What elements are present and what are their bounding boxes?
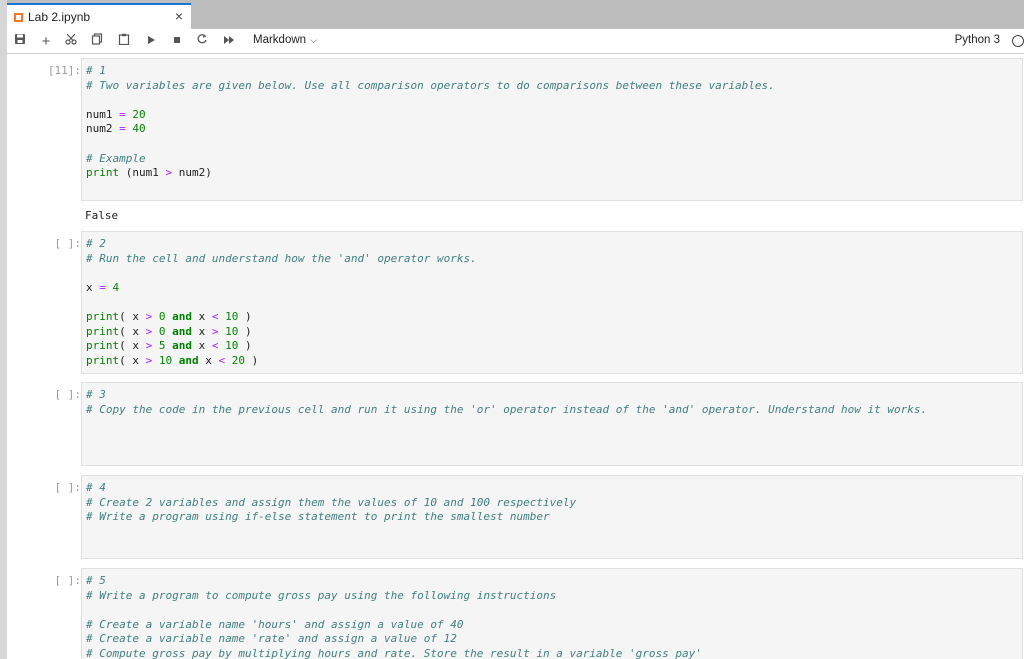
tab-notebook[interactable]: Lab 2.ipynb × [7, 3, 191, 29]
tab-title: Lab 2.ipynb [28, 10, 91, 24]
copy-icon[interactable] [90, 33, 104, 50]
cell-prompt: [ ]: [54, 481, 82, 494]
cell-code: # 3 # Copy the code in the previous cell … [86, 388, 928, 416]
cell-prompt: [11]: [47, 64, 81, 77]
restart-icon[interactable] [195, 33, 209, 50]
cell-editor[interactable]: # 5 # Write a program to compute gross pa… [81, 568, 1023, 659]
fast-forward-icon[interactable] [221, 33, 237, 50]
save-icon[interactable] [13, 33, 27, 50]
run-icon[interactable] [144, 33, 158, 50]
cut-icon[interactable] [64, 33, 78, 50]
cell-type-select[interactable]: Markdown ⌵ [253, 34, 317, 46]
cell-type-label: Markdown [253, 34, 307, 46]
cell-code: # 5 # Write a program to compute gross pa… [86, 574, 702, 659]
close-icon[interactable]: × [175, 8, 183, 24]
cell-code: # 1 # Two variables are given below. Use … [86, 64, 775, 180]
notebook-icon [14, 13, 23, 22]
stop-icon[interactable] [170, 33, 184, 50]
notebook-toolbar: + Markdown ⌵ Python 3 [7, 29, 1024, 54]
kernel-status-icon [1012, 35, 1024, 47]
paste-icon[interactable] [117, 33, 131, 50]
cell-prompt: [ ]: [54, 388, 82, 401]
cell-prompt: [ ]: [54, 574, 82, 587]
notebook-panel: [11]: # 1 # Two variables are given below… [7, 54, 1024, 659]
cell-editor[interactable]: # 2 # Run the cell and understand how the… [81, 231, 1023, 374]
kernel-name[interactable]: Python 3 [955, 34, 1000, 46]
tab-bar: Lab 2.ipynb × [7, 0, 1024, 29]
cell-editor[interactable]: # 3 # Copy the code in the previous cell … [81, 382, 1023, 466]
cell-prompt: [ ]: [54, 237, 82, 250]
cell-output: False [85, 209, 119, 222]
chevron-down-icon: ⌵ [310, 35, 317, 45]
cell-code: # 2 # Run the cell and understand how the… [86, 237, 477, 367]
cell-editor[interactable]: # 4 # Create 2 variables and assign them … [81, 475, 1023, 559]
add-cell-icon[interactable]: + [39, 33, 53, 50]
left-sidebar-strip [0, 0, 7, 659]
cell-code: # 4 # Create 2 variables and assign them … [86, 481, 577, 524]
cell-editor[interactable]: # 1 # Two variables are given below. Use … [81, 58, 1023, 201]
